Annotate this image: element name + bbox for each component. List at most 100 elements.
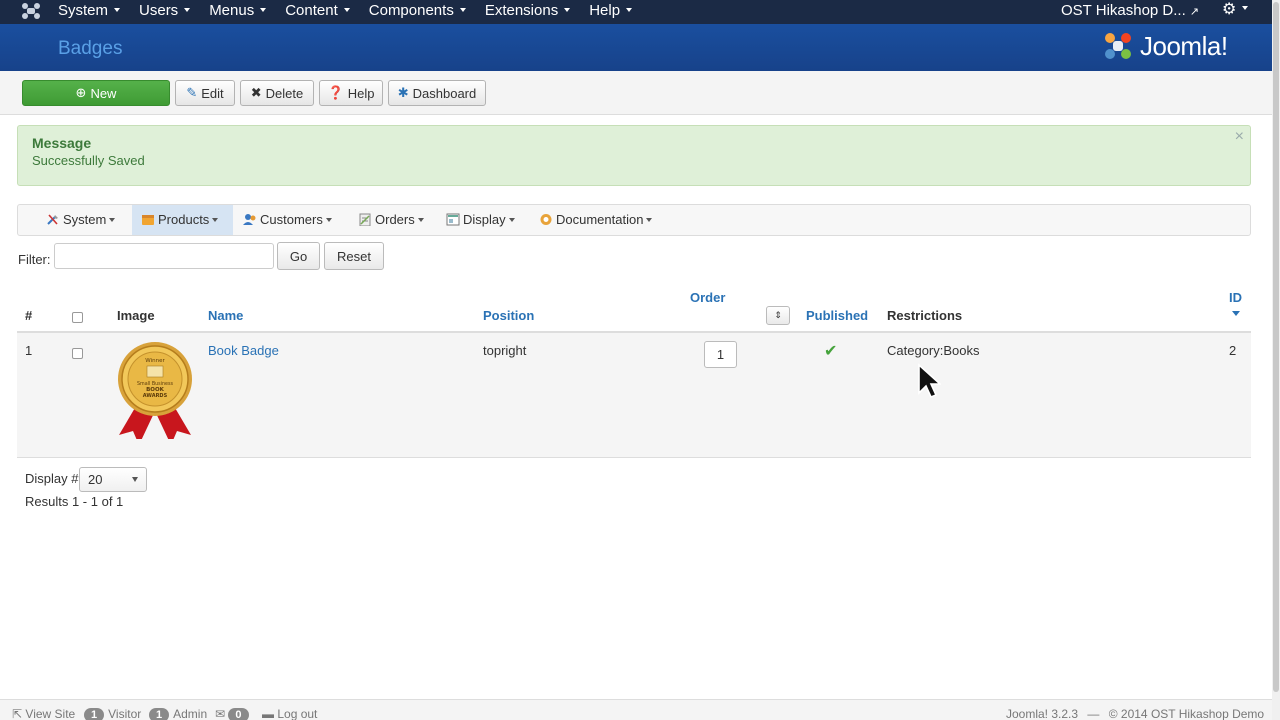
chevron-down-icon	[459, 7, 466, 12]
top-menu: System Users Menus Content Components Ex…	[58, 0, 651, 24]
submenu-display[interactable]: Display	[446, 205, 521, 235]
col-number-header: #	[25, 308, 33, 323]
dashboard-button[interactable]: ✱ Dashboard	[388, 80, 486, 106]
tools-icon	[47, 214, 58, 225]
top-menu-system[interactable]: System	[58, 0, 121, 24]
edit-button[interactable]: ✎ Edit	[175, 80, 235, 106]
users-icon	[243, 214, 256, 226]
display-limit-select[interactable]: 20	[79, 467, 147, 492]
badge-name-link[interactable]: Book Badge	[208, 343, 279, 358]
chevron-down-icon	[184, 7, 191, 12]
badge-id: 2	[1229, 343, 1237, 358]
order-input[interactable]: 1	[704, 341, 737, 368]
submenu-customers[interactable]: Customers	[243, 205, 338, 235]
submenu-products[interactable]: Products	[132, 205, 233, 235]
help-button[interactable]: ❓ Help	[319, 80, 383, 106]
joomla-icon[interactable]	[20, 1, 42, 21]
col-order-header[interactable]: Order	[690, 290, 725, 305]
message-heading: Message	[32, 135, 92, 151]
edit-icon: ✎	[186, 85, 198, 100]
filter-input[interactable]	[54, 243, 274, 269]
messages-count-badge: 0	[228, 708, 249, 720]
page-scrollbar[interactable]	[1272, 0, 1280, 720]
lifebuoy-icon	[540, 214, 552, 226]
page-title: Badges	[58, 38, 123, 59]
visitor-status: 1 Visitor	[84, 707, 141, 720]
joomla-logo-text: Joomla!	[1140, 30, 1228, 61]
dashboard-icon: ✱	[397, 85, 409, 100]
chevron-down-icon	[114, 7, 121, 12]
site-name: OST Hikashop D...	[1061, 2, 1186, 19]
admin-count-badge: 1	[149, 708, 170, 720]
badge-position: topright	[483, 343, 527, 358]
reset-button[interactable]: Reset	[324, 242, 384, 270]
col-image-header: Image	[117, 308, 155, 323]
box-icon	[142, 215, 154, 226]
top-navbar: System Users Menus Content Components Ex…	[0, 0, 1272, 24]
chevron-down-icon	[343, 7, 350, 12]
results-count: Results 1 - 1 of 1	[25, 494, 124, 509]
col-position-header[interactable]: Position	[483, 308, 534, 323]
joomla-version: Joomla! 3.2.3	[1006, 707, 1079, 720]
close-icon: ✖	[250, 85, 262, 100]
select-all-checkbox[interactable]	[72, 312, 83, 323]
delete-button[interactable]: ✖ Delete	[240, 80, 314, 106]
top-menu-content[interactable]: Content	[285, 0, 350, 24]
new-button[interactable]: ⊕ New	[22, 80, 170, 106]
submenu-system[interactable]: System	[46, 205, 126, 235]
published-check-icon[interactable]: ✔	[824, 341, 837, 361]
sort-desc-icon	[1232, 311, 1240, 316]
chevron-down-icon	[626, 7, 633, 12]
chevron-down-icon	[564, 7, 571, 12]
col-id-header[interactable]: ID	[1229, 290, 1242, 305]
joomla-logo: Joomla!	[1102, 30, 1228, 62]
footer-copyright: Joomla! 3.2.3 — © 2014 OST Hikashop Demo	[1006, 707, 1265, 720]
hikashop-submenu: System Products Customers Orders Display…	[17, 204, 1251, 236]
success-message: Message Successfully Saved ×	[17, 125, 1251, 186]
display-icon	[446, 213, 460, 226]
gear-icon: ⚙	[1222, 1, 1237, 18]
settings-menu[interactable]: ⚙	[1222, 0, 1249, 20]
book-badge-image[interactable]: Winner Small Business BOOK AWARDS	[117, 341, 193, 439]
display-label: Display #	[25, 471, 79, 486]
messages-status[interactable]: ✉ 0	[215, 707, 253, 720]
status-bar: ⇱ View Site 1 Visitor 1 Admin ✉ 0 ▬ Log ou…	[0, 699, 1272, 720]
logout-link[interactable]: ▬ Log out	[262, 707, 317, 720]
external-link-icon: ⇱	[12, 707, 23, 720]
site-link[interactable]: OST Hikashop D... ↗	[1061, 0, 1199, 23]
admin-status: 1 Admin	[149, 707, 207, 720]
envelope-icon: ✉	[215, 707, 226, 720]
sort-icon: ⇕	[774, 310, 782, 320]
scrollbar-thumb[interactable]	[1273, 2, 1279, 692]
row-checkbox[interactable]	[72, 348, 83, 359]
table-row: 1 Winner Small Business BOOK AWARDS Book…	[17, 333, 1251, 458]
go-button[interactable]: Go	[277, 242, 320, 270]
submenu-orders[interactable]: Orders	[358, 205, 428, 235]
filter-label: Filter:	[18, 252, 51, 267]
mouse-cursor-icon	[918, 363, 941, 399]
clipboard-icon	[359, 213, 371, 227]
plus-circle-icon: ⊕	[75, 85, 87, 100]
badge-text-awards: AWARDS	[143, 393, 168, 399]
top-menu-menus[interactable]: Menus	[209, 0, 267, 24]
top-menu-users[interactable]: Users	[139, 0, 191, 24]
view-site-link[interactable]: ⇱ View Site	[12, 707, 75, 720]
message-text: Successfully Saved	[32, 153, 145, 168]
joomla-logo-icon	[1105, 33, 1131, 59]
row-number: 1	[25, 343, 33, 358]
save-order-button[interactable]: ⇕	[766, 306, 790, 325]
external-link-icon: ↗	[1189, 6, 1199, 18]
chevron-down-icon	[132, 477, 138, 482]
top-menu-help[interactable]: Help	[589, 0, 633, 24]
chevron-down-icon	[1242, 6, 1249, 11]
col-published-header[interactable]: Published	[806, 308, 868, 323]
top-menu-extensions[interactable]: Extensions	[485, 0, 571, 24]
col-restrictions-header: Restrictions	[887, 308, 963, 323]
col-name-header[interactable]: Name	[208, 308, 243, 323]
close-message-button[interactable]: ×	[1235, 128, 1244, 146]
top-menu-components[interactable]: Components	[369, 0, 466, 24]
badge-restrictions: Category:Books	[887, 343, 980, 358]
submenu-documentation[interactable]: Documentation	[539, 205, 659, 235]
chevron-down-icon	[260, 7, 267, 12]
page-header: Badges Joomla!	[0, 24, 1272, 71]
